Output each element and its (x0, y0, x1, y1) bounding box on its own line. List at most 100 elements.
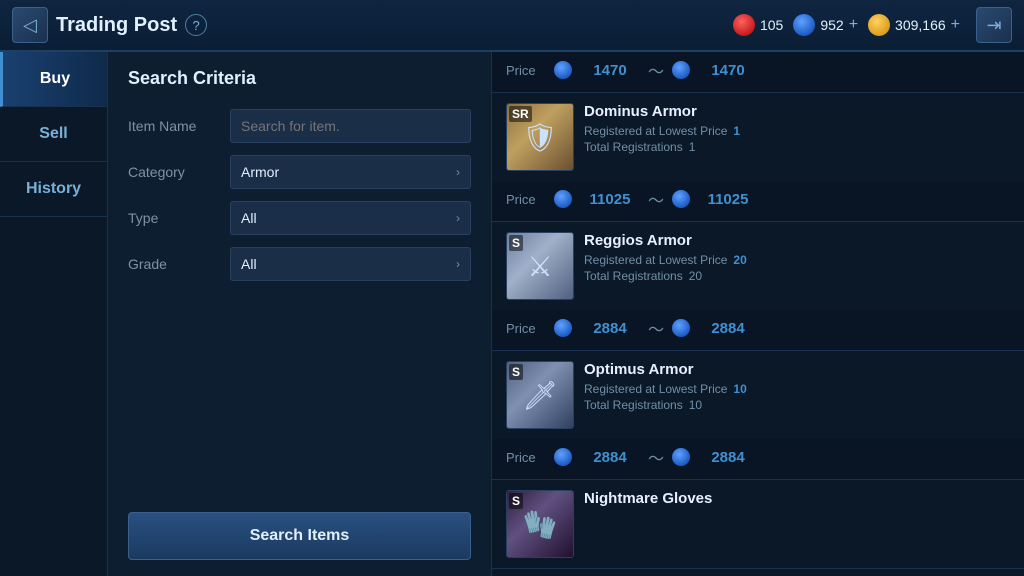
category-chevron-icon: › (456, 165, 460, 179)
type-chevron-icon: › (456, 211, 460, 225)
reggios-crystal-left (554, 319, 572, 337)
red-gem-value: 105 (760, 17, 783, 33)
reggios-price-row: Price 2884 ～ 2884 (492, 310, 1024, 350)
item-dominus-details: Dominus Armor Registered at Lowest Price… (584, 103, 1010, 156)
reggios-crystal-right (672, 319, 690, 337)
back-button[interactable]: ◁ (12, 7, 48, 43)
gold-value: 309,166 (895, 17, 946, 33)
resource-gems-blue: 952 + (793, 14, 858, 36)
category-label: Category (128, 164, 218, 180)
grade-label: Grade (128, 256, 218, 272)
item-optimus-details: Optimus Armor Registered at Lowest Price… (584, 361, 1010, 414)
reggios-registered-value: 20 (733, 253, 746, 267)
item-name-input[interactable] (230, 109, 471, 143)
grade-field: Grade All › (128, 247, 471, 281)
type-field: Type All › (128, 201, 471, 235)
dominus-registered-label: Registered at Lowest Price (584, 124, 727, 138)
grade-select[interactable]: All › (230, 247, 471, 281)
dominus-grade-badge: SR (509, 106, 532, 122)
dominus-total-stat: Total Registrations 1 (584, 140, 1010, 154)
partial-price-row: Price 1470 ～ 1470 (492, 52, 1024, 93)
optimus-registered-value: 10 (733, 382, 746, 396)
reggios-registered-label: Registered at Lowest Price (584, 253, 727, 267)
optimus-registered-stat: Registered at Lowest Price 10 (584, 382, 1010, 396)
optimus-price-max: 2884 (698, 449, 758, 466)
sidebar-item-sell[interactable]: Sell (0, 107, 107, 162)
optimus-grade-badge: S (509, 364, 523, 380)
grade-chevron-icon: › (456, 257, 460, 271)
app-title: Trading Post (56, 14, 177, 37)
dominus-crystal-right (672, 190, 690, 208)
optimus-total-label: Total Registrations (584, 398, 683, 412)
main-layout: Buy Sell History Search Criteria Item Na… (0, 52, 1024, 576)
type-select[interactable]: All › (230, 201, 471, 235)
search-criteria-title: Search Criteria (128, 68, 471, 89)
item-reggios-section: ⚔ S Reggios Armor Registered at Lowest P… (492, 222, 1024, 351)
dominus-registered-stat: Registered at Lowest Price 1 (584, 124, 1010, 138)
item-nightmare-row: 🧤 S Nightmare Gloves (492, 480, 1024, 568)
item-name-label: Item Name (128, 118, 218, 134)
reggios-price-tilde: ～ (648, 316, 664, 340)
category-select[interactable]: Armor › (230, 155, 471, 189)
nightmare-grade-badge: S (509, 493, 523, 509)
blue-gem-icon (793, 14, 815, 36)
help-button[interactable]: ? (185, 14, 207, 36)
results-panel[interactable]: Price 1470 ～ 1470 🛡 SR Dominus Armor Reg… (492, 52, 1024, 576)
resource-gems-red: 105 (733, 14, 783, 36)
type-label: Type (128, 210, 218, 226)
optimus-price-row: Price 2884 ～ 2884 (492, 439, 1024, 479)
category-value: Armor (241, 164, 279, 180)
partial-price-min: 1470 (580, 62, 640, 79)
reggios-total-stat: Total Registrations 20 (584, 269, 1010, 283)
dominus-total-value: 1 (689, 140, 696, 154)
item-dominus-section: 🛡 SR Dominus Armor Registered at Lowest … (492, 93, 1024, 222)
item-reggios-details: Reggios Armor Registered at Lowest Price… (584, 232, 1010, 285)
logout-button[interactable]: ⇥ (976, 7, 1012, 43)
dominus-price-label: Price (506, 192, 546, 207)
dominus-price-max: 11025 (698, 191, 758, 208)
sidebar-item-buy[interactable]: Buy (0, 52, 107, 107)
item-reggios-thumbnail: ⚔ S (506, 232, 574, 300)
optimus-total-stat: Total Registrations 10 (584, 398, 1010, 412)
optimus-crystal-left (554, 448, 572, 466)
item-optimus-row: 🗡 S Optimus Armor Registered at Lowest P… (492, 351, 1024, 439)
partial-price-label: Price (506, 63, 546, 78)
optimus-price-min: 2884 (580, 449, 640, 466)
dominus-total-label: Total Registrations (584, 140, 683, 154)
optimus-price-label: Price (506, 450, 546, 465)
category-field: Category Armor › (128, 155, 471, 189)
red-gem-icon (733, 14, 755, 36)
reggios-grade-badge: S (509, 235, 523, 251)
title-group: ◁ Trading Post ? (12, 7, 207, 43)
reggios-price-max: 2884 (698, 320, 758, 337)
item-reggios-row: ⚔ S Reggios Armor Registered at Lowest P… (492, 222, 1024, 310)
item-nightmare-details: Nightmare Gloves (584, 490, 1010, 511)
item-name-field: Item Name (128, 109, 471, 143)
item-dominus-row: 🛡 SR Dominus Armor Registered at Lowest … (492, 93, 1024, 181)
partial-price-tilde: ～ (648, 58, 664, 82)
reggios-price-min: 2884 (580, 320, 640, 337)
reggios-total-value: 20 (689, 269, 702, 283)
optimus-total-value: 10 (689, 398, 702, 412)
partial-price-crystal-right (672, 61, 690, 79)
item-nightmare-section: 🧤 S Nightmare Gloves (492, 480, 1024, 569)
dominus-crystal-left (554, 190, 572, 208)
nightmare-name: Nightmare Gloves (584, 490, 1010, 507)
reggios-name: Reggios Armor (584, 232, 1010, 249)
reggios-registered-stat: Registered at Lowest Price 20 (584, 253, 1010, 267)
optimus-registered-label: Registered at Lowest Price (584, 382, 727, 396)
dominus-price-tilde: ～ (648, 187, 664, 211)
sidebar: Buy Sell History (0, 52, 108, 576)
blue-gem-add-button[interactable]: + (849, 16, 858, 34)
partial-price-max: 1470 (698, 62, 758, 79)
blue-gem-value: 952 (820, 17, 843, 33)
search-button[interactable]: Search Items (128, 512, 471, 560)
resource-gold: 309,166 + (868, 14, 960, 36)
item-nightmare-thumbnail: 🧤 S (506, 490, 574, 558)
search-button-container: Search Items (128, 492, 471, 560)
item-optimus-thumbnail: 🗡 S (506, 361, 574, 429)
sidebar-item-history[interactable]: History (0, 162, 107, 217)
type-value: All (241, 210, 257, 226)
gold-add-button[interactable]: + (951, 16, 960, 34)
dominus-price-row: Price 11025 ～ 11025 (492, 181, 1024, 221)
